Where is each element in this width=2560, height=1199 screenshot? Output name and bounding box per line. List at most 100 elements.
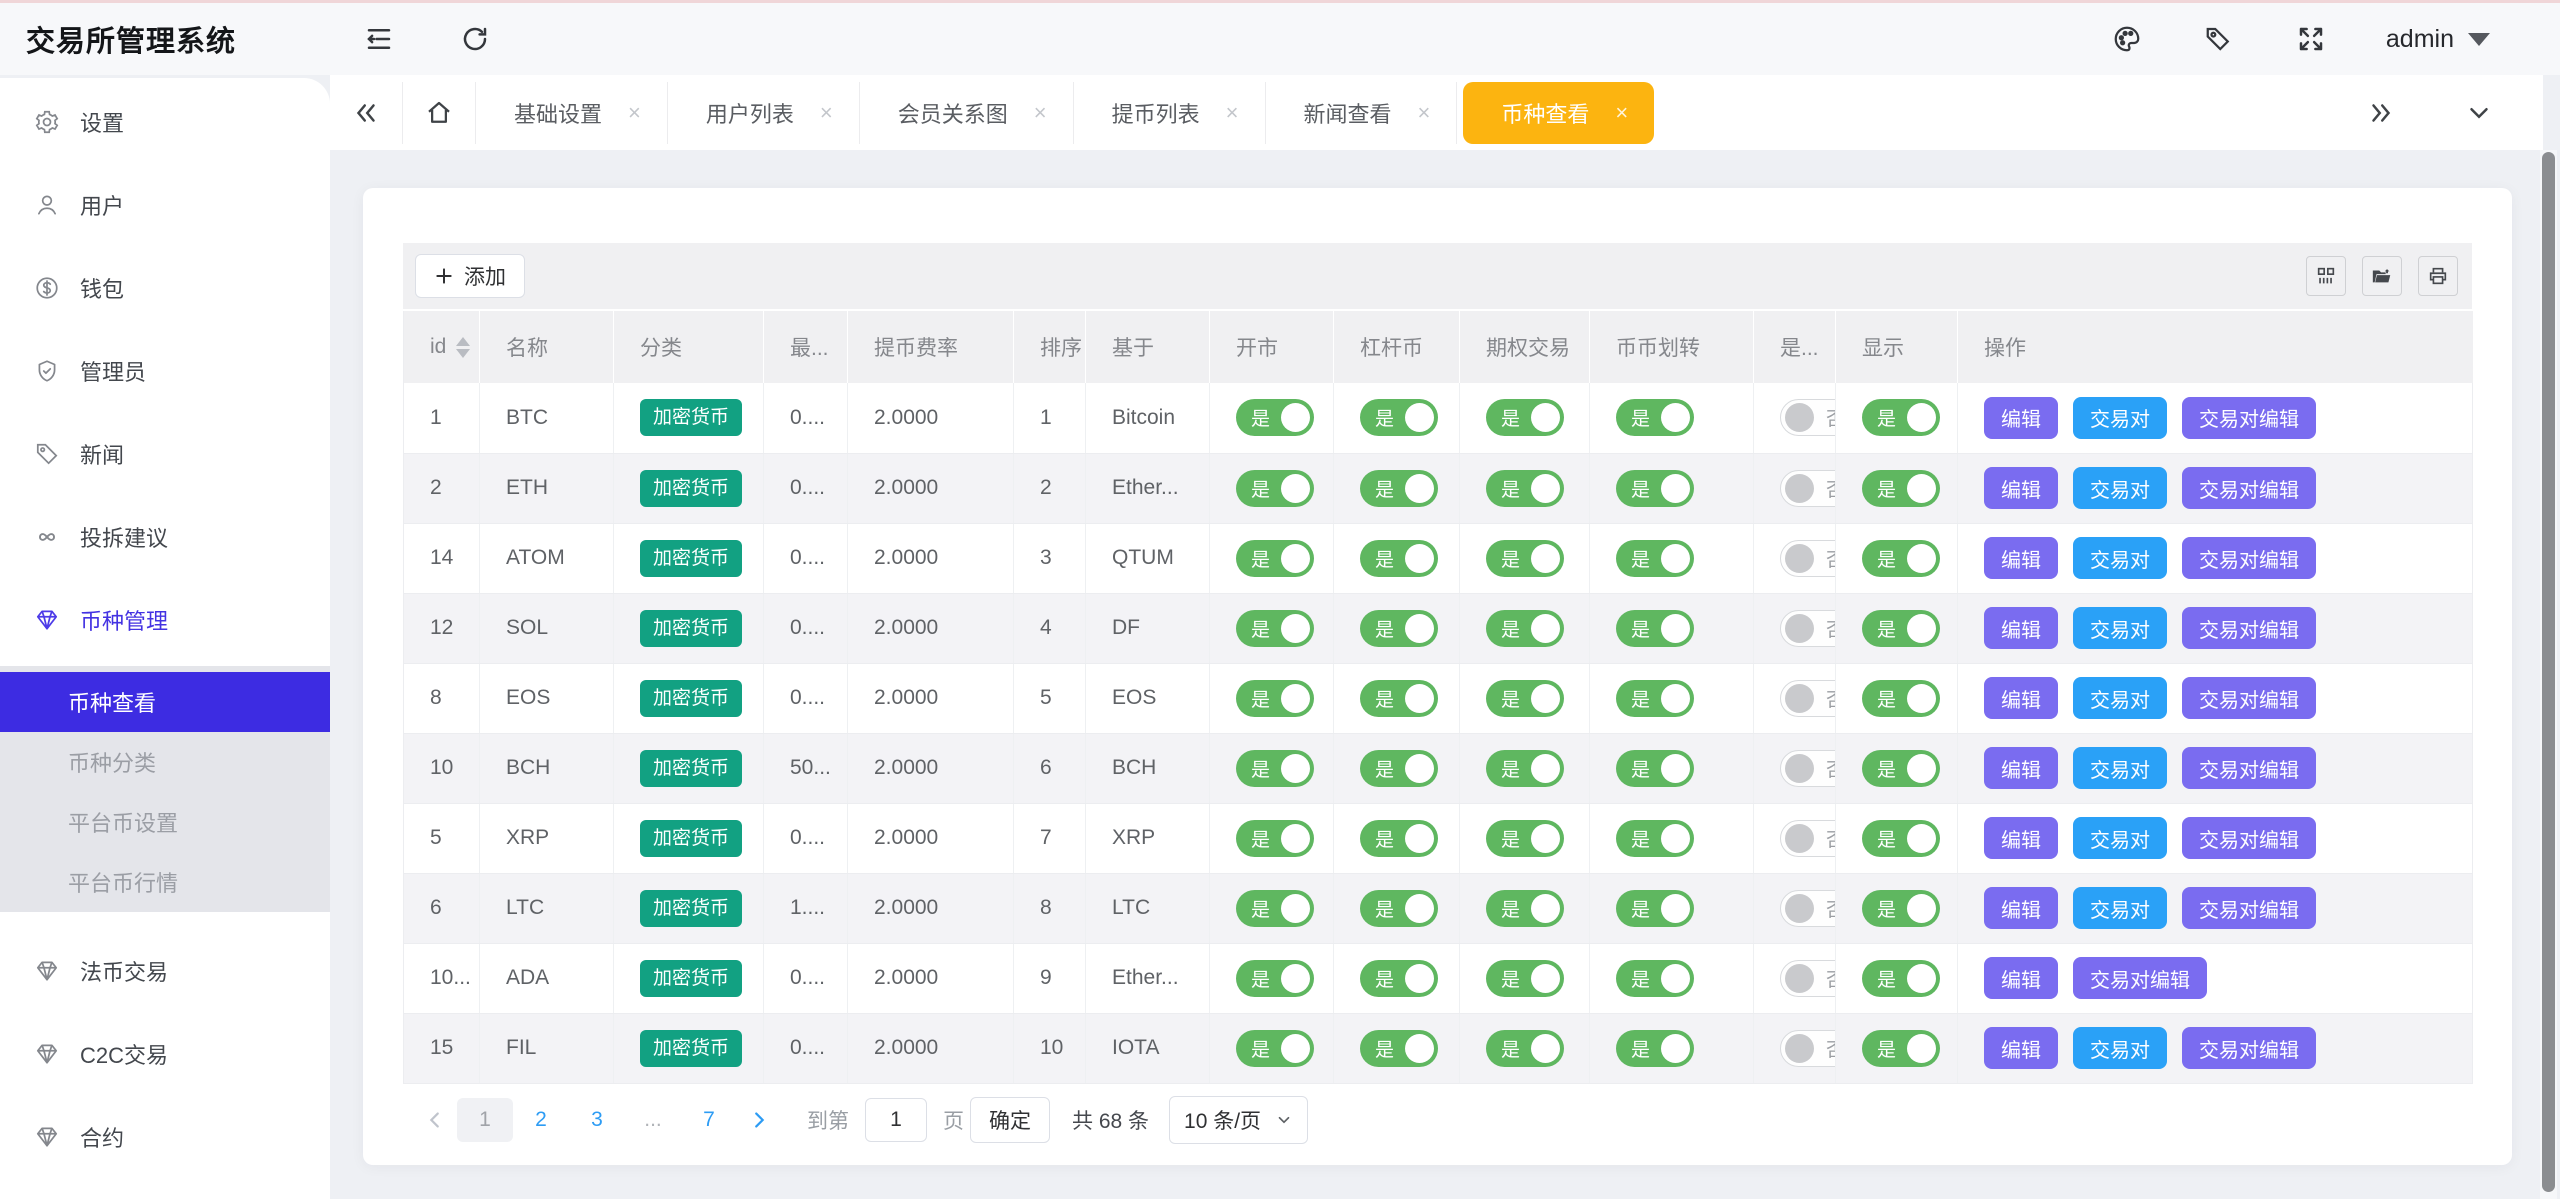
add-button[interactable]: 添加: [415, 254, 525, 298]
tab-withdraw-list[interactable]: 提币列表×: [1074, 82, 1266, 144]
pair-edit-button[interactable]: 交易对编辑: [2182, 397, 2316, 439]
toggle-on[interactable]: 是: [1236, 960, 1314, 997]
next-page-icon[interactable]: [737, 1098, 781, 1142]
toggle-on[interactable]: 是: [1236, 680, 1314, 717]
toggle-off[interactable]: 否: [1780, 820, 1835, 857]
toggle-on[interactable]: 是: [1360, 960, 1438, 997]
sidebar-item-admins[interactable]: 管理员: [0, 347, 330, 395]
toggle-on[interactable]: 是: [1236, 470, 1314, 507]
toggle-on[interactable]: 是: [1616, 1030, 1694, 1067]
toggle-off[interactable]: 否: [1780, 399, 1835, 436]
close-icon[interactable]: ×: [1615, 100, 1628, 126]
sidebar-item-contract[interactable]: 合约: [0, 1113, 330, 1161]
edit-button[interactable]: 编辑: [1984, 1027, 2058, 1069]
toggle-on[interactable]: 是: [1862, 540, 1940, 577]
pair-edit-button[interactable]: 交易对编辑: [2182, 677, 2316, 719]
vertical-scrollbar[interactable]: [2540, 150, 2557, 1199]
page-number[interactable]: 3: [569, 1098, 625, 1142]
toggle-on[interactable]: 是: [1360, 680, 1438, 717]
toggle-on[interactable]: 是: [1486, 540, 1564, 577]
home-icon[interactable]: [402, 82, 476, 144]
pair-edit-button[interactable]: 交易对编辑: [2182, 747, 2316, 789]
fullscreen-icon[interactable]: [2294, 22, 2328, 56]
edit-button[interactable]: 编辑: [1984, 467, 2058, 509]
toggle-on[interactable]: 是: [1616, 399, 1694, 436]
scrollbar-thumb[interactable]: [2542, 152, 2555, 1192]
edit-button[interactable]: 编辑: [1984, 957, 2058, 999]
toggle-on[interactable]: 是: [1236, 540, 1314, 577]
prev-page-icon[interactable]: [413, 1098, 457, 1142]
sidebar-item-fiat-trade[interactable]: 法币交易: [0, 947, 330, 995]
refresh-icon[interactable]: [458, 22, 492, 56]
toggle-on[interactable]: 是: [1236, 820, 1314, 857]
pair-button[interactable]: 交易对: [2073, 817, 2167, 859]
toggle-on[interactable]: 是: [1486, 399, 1564, 436]
toggle-off[interactable]: 否: [1780, 1030, 1835, 1067]
pair-button[interactable]: 交易对: [2073, 397, 2167, 439]
pair-button[interactable]: 交易对: [2073, 677, 2167, 719]
toggle-on[interactable]: 是: [1360, 890, 1438, 927]
toggle-on[interactable]: 是: [1486, 820, 1564, 857]
edit-button[interactable]: 编辑: [1984, 677, 2058, 719]
edit-button[interactable]: 编辑: [1984, 887, 2058, 929]
sidebar-item-coin-manage[interactable]: 币种管理: [0, 596, 330, 644]
toggle-on[interactable]: 是: [1616, 540, 1694, 577]
toggle-on[interactable]: 是: [1360, 820, 1438, 857]
toggle-on[interactable]: 是: [1616, 470, 1694, 507]
toggle-on[interactable]: 是: [1616, 960, 1694, 997]
toggle-off[interactable]: 否: [1780, 750, 1835, 787]
tab-base-settings[interactable]: 基础设置×: [476, 82, 668, 144]
edit-button[interactable]: 编辑: [1984, 537, 2058, 579]
toggle-off[interactable]: 否: [1780, 960, 1835, 997]
toggle-on[interactable]: 是: [1616, 820, 1694, 857]
toggle-on[interactable]: 是: [1486, 750, 1564, 787]
toggle-on[interactable]: 是: [1486, 470, 1564, 507]
tab-coin-view[interactable]: 币种查看×: [1463, 82, 1654, 144]
pair-button[interactable]: 交易对: [2073, 747, 2167, 789]
pair-edit-button[interactable]: 交易对编辑: [2182, 817, 2316, 859]
print-icon[interactable]: [2418, 256, 2458, 296]
toggle-on[interactable]: 是: [1236, 1030, 1314, 1067]
toggle-on[interactable]: 是: [1486, 890, 1564, 927]
page-number[interactable]: 2: [513, 1098, 569, 1142]
goto-page-input[interactable]: [865, 1098, 927, 1142]
tab-user-list[interactable]: 用户列表×: [668, 82, 860, 144]
close-icon[interactable]: ×: [820, 100, 833, 126]
pair-button[interactable]: 交易对: [2073, 887, 2167, 929]
pair-edit-button[interactable]: 交易对编辑: [2182, 607, 2316, 649]
close-icon[interactable]: ×: [628, 100, 641, 126]
sidebar-subitem-platform-coin-market[interactable]: 平台币行情: [0, 852, 330, 912]
edit-button[interactable]: 编辑: [1984, 747, 2058, 789]
toggle-on[interactable]: 是: [1616, 750, 1694, 787]
sidebar-item-feedback[interactable]: 投拆建议: [0, 513, 330, 561]
confirm-button[interactable]: 确定: [970, 1097, 1050, 1143]
page-number[interactable]: 7: [681, 1098, 737, 1142]
toggle-on[interactable]: 是: [1236, 750, 1314, 787]
pair-button[interactable]: 交易对: [2073, 607, 2167, 649]
toggle-on[interactable]: 是: [1486, 680, 1564, 717]
export-icon[interactable]: [2362, 256, 2402, 296]
sidebar-item-users[interactable]: 用户: [0, 181, 330, 229]
edit-button[interactable]: 编辑: [1984, 397, 2058, 439]
toggle-on[interactable]: 是: [1616, 890, 1694, 927]
toggle-on[interactable]: 是: [1236, 399, 1314, 436]
sidebar-item-settings[interactable]: 设置: [0, 98, 330, 146]
toggle-off[interactable]: 否: [1780, 890, 1835, 927]
close-icon[interactable]: ×: [1034, 100, 1047, 126]
toggle-on[interactable]: 是: [1862, 820, 1940, 857]
toggle-on[interactable]: 是: [1862, 960, 1940, 997]
pair-edit-button[interactable]: 交易对编辑: [2182, 1027, 2316, 1069]
toggle-on[interactable]: 是: [1486, 610, 1564, 647]
close-icon[interactable]: ×: [1418, 100, 1431, 126]
collapse-sidebar-icon[interactable]: [362, 22, 396, 56]
toggle-off[interactable]: 否: [1780, 540, 1835, 577]
user-menu[interactable]: admin: [2386, 25, 2490, 54]
column-settings-icon[interactable]: [2306, 256, 2346, 296]
toggle-on[interactable]: 是: [1360, 540, 1438, 577]
edit-button[interactable]: 编辑: [1984, 607, 2058, 649]
toggle-off[interactable]: 否: [1780, 680, 1835, 717]
toggle-on[interactable]: 是: [1862, 680, 1940, 717]
toggle-on[interactable]: 是: [1236, 610, 1314, 647]
sort-icon[interactable]: [456, 337, 470, 358]
sidebar-subitem-platform-coin-settings[interactable]: 平台币设置: [0, 792, 330, 852]
